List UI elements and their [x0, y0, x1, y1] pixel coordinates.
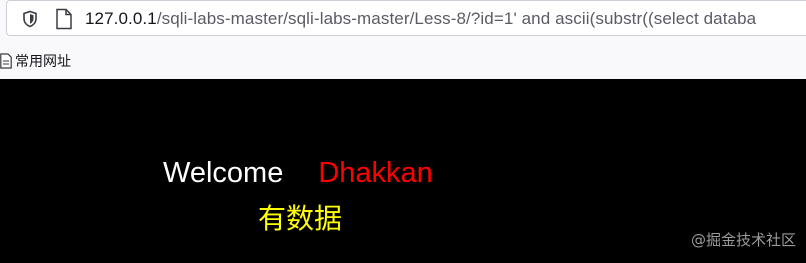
- watermark: @掘金技术社区: [690, 231, 796, 249]
- bookmark-folder-common-sites[interactable]: 常用网址: [0, 51, 71, 71]
- bookmark-label: 常用网址: [15, 53, 71, 69]
- page-icon[interactable]: [55, 8, 73, 30]
- address-bar[interactable]: 127.0.0.1/sqli-labs-master/sqli-labs-mas…: [6, 0, 806, 36]
- page-content: Welcome Dhakkan 有数据 @掘金技术社区: [0, 79, 806, 263]
- url-host: 127.0.0.1: [85, 9, 157, 28]
- name-text: Dhakkan: [318, 157, 433, 189]
- folder-icon: [0, 53, 12, 69]
- browser-chrome: 127.0.0.1/sqli-labs-master/sqli-labs-mas…: [0, 0, 806, 79]
- shield-icon[interactable]: [21, 10, 39, 28]
- url-text[interactable]: 127.0.0.1/sqli-labs-master/sqli-labs-mas…: [85, 9, 756, 29]
- bookmarks-bar: 常用网址: [0, 44, 806, 78]
- welcome-line: Welcome Dhakkan: [163, 157, 433, 190]
- welcome-text: Welcome: [163, 157, 284, 189]
- url-path: /sqli-labs-master/sqli-labs-master/Less-…: [156, 9, 757, 28]
- query-result-text: 有数据: [258, 202, 343, 235]
